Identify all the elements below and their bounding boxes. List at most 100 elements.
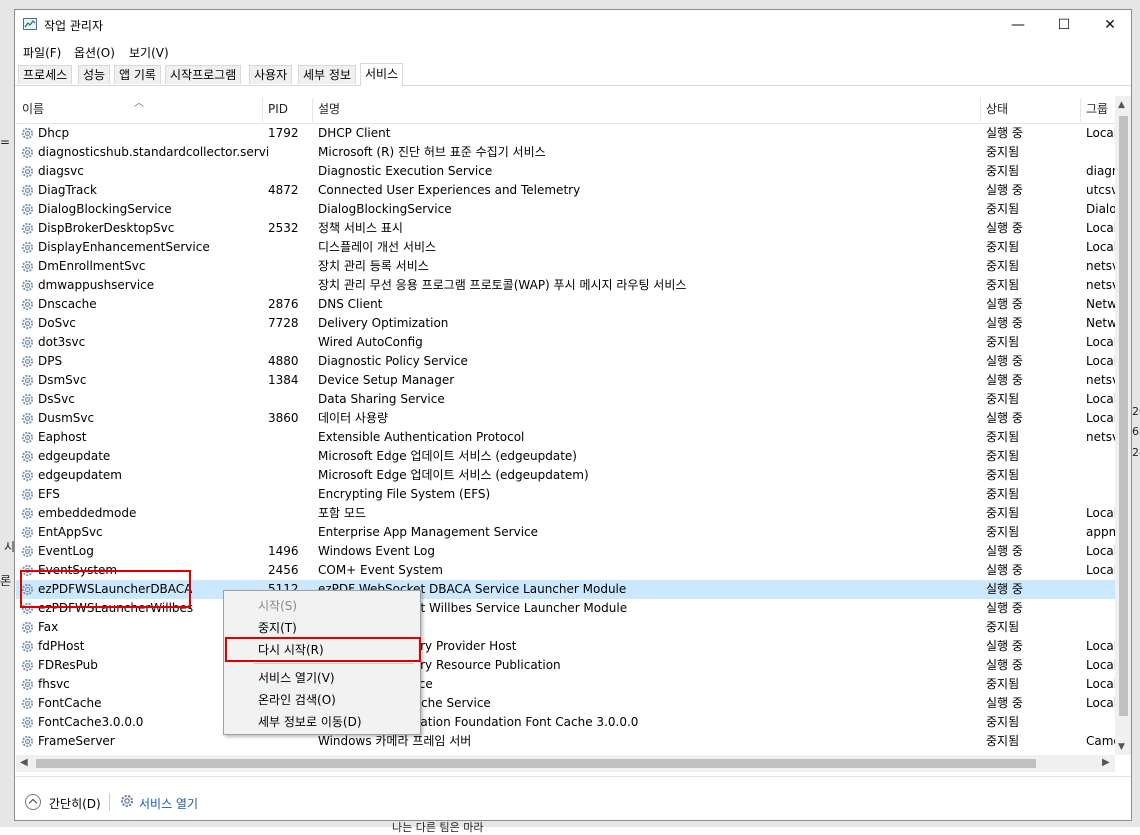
service-name: DsmSvc — [38, 373, 87, 387]
menu-view[interactable]: 보기(V) — [129, 44, 169, 61]
table-row[interactable]: DispBrokerDesktopSvc 2532 정책 서비스 표시 실행 중 Loc… — [16, 219, 1115, 238]
table-row[interactable]: diagsvc Diagnostic Execution Service 중지됨 di… — [16, 162, 1115, 181]
service-name: EventLog — [38, 544, 94, 558]
table-row[interactable]: DisplayEnhancementService 디스플레이 개선 서비스 중지됨… — [16, 238, 1115, 257]
service-status: 실행 중 — [986, 373, 1023, 387]
table-row[interactable]: FontCacheWindows Font Cache Service실행 중L… — [16, 694, 1115, 713]
table-row[interactable]: FontCache3.0.0.0 Windows Presentation Fou… — [16, 713, 1115, 732]
tab-performance[interactable]: 성능 — [78, 65, 111, 84]
table-row[interactable]: FrameServerWindows 카메라 프레임 서버중지됨Came — [16, 732, 1115, 751]
horizontal-scrollbar[interactable]: ◀ ▶ — [16, 755, 1115, 772]
table-row[interactable]: FaxFax중지됨 — [16, 618, 1115, 637]
column-header-status[interactable]: 상태 — [980, 96, 1080, 123]
table-row[interactable]: edgeupdate Microsoft Edge 업데이트 서비스 (edgeu… — [16, 447, 1115, 466]
service-group: netsv — [1086, 373, 1115, 387]
table-row[interactable]: DusmSvc 3860 데이터 사용량 실행 중 Local — [16, 409, 1115, 428]
table-row[interactable]: EntAppSvc Enterprise App Management Servi… — [16, 523, 1115, 542]
service-gear-icon — [20, 639, 35, 654]
table-row[interactable]: DoSvc 7728 Delivery Optimization 실행 중 Netw — [16, 314, 1115, 333]
service-gear-icon — [20, 297, 35, 312]
menu-file[interactable]: 파일(F) — [23, 44, 61, 61]
close-button[interactable]: ✕ — [1087, 10, 1131, 40]
services-gear-icon[interactable] — [119, 793, 135, 809]
table-row[interactable]: DsmSvc 1384 Device Setup Manager 실행 중 netsv — [16, 371, 1115, 390]
tab-app-history[interactable]: 앱 기록 — [114, 65, 161, 84]
column-header-pid[interactable]: PID — [262, 96, 312, 123]
title-bar[interactable]: 작업 관리자 — ☐ ✕ — [15, 10, 1131, 40]
desktop-fragment: 20 — [1132, 405, 1140, 418]
service-pid: 1792 — [268, 126, 299, 140]
scroll-down-icon[interactable]: ▼ — [1118, 742, 1125, 752]
service-gear-icon — [20, 202, 35, 217]
service-status: 중지됨 — [986, 259, 1020, 273]
tab-users[interactable]: 사용자 — [249, 65, 293, 84]
service-pid: 2456 — [268, 563, 299, 577]
column-header-group[interactable]: 그룹 — [1080, 96, 1115, 123]
maximize-button[interactable]: ☐ — [1041, 10, 1087, 40]
table-row[interactable]: Eaphost Extensible Authentication Protoco… — [16, 428, 1115, 447]
column-header-name[interactable]: 이름 — [16, 96, 262, 123]
service-description: Microsoft (R) 진단 허브 표준 수집기 서비스 — [318, 145, 546, 159]
service-status: 중지됨 — [986, 506, 1020, 520]
context-menu-stop[interactable]: 중지(T) — [258, 619, 297, 636]
service-name: DiagTrack — [38, 183, 97, 197]
service-name: EntAppSvc — [38, 525, 103, 539]
vertical-scroll-thumb[interactable] — [1119, 116, 1128, 716]
context-menu-go-to-details[interactable]: 세부 정보로 이동(D) — [258, 713, 362, 730]
scroll-right-icon[interactable]: ▶ — [1102, 757, 1110, 768]
service-status: 실행 중 — [986, 696, 1023, 710]
table-row[interactable]: DialogBlockingService DialogBlockingServi… — [16, 200, 1115, 219]
window-title: 작업 관리자 — [44, 19, 104, 33]
table-row[interactable]: diagnosticshub.standardcollector.service… — [16, 143, 1115, 162]
tab-processes[interactable]: 프로세스 — [18, 65, 73, 84]
tab-details[interactable]: 세부 정보 — [298, 65, 356, 84]
context-menu-open-services[interactable]: 서비스 열기(V) — [258, 669, 335, 686]
service-gear-icon — [20, 392, 35, 407]
minimize-button[interactable]: — — [995, 10, 1041, 40]
service-description: Diagnostic Policy Service — [318, 354, 468, 368]
service-status: 중지됨 — [986, 335, 1020, 349]
service-name: DmEnrollmentSvc — [38, 259, 146, 273]
tab-startup[interactable]: 시작프로그램 — [165, 65, 242, 84]
service-gear-icon — [20, 677, 35, 692]
service-gear-icon — [20, 487, 35, 502]
table-row[interactable]: DsSvc Data Sharing Service 중지됨 Local — [16, 390, 1115, 409]
service-gear-icon — [20, 544, 35, 559]
service-status: 실행 중 — [986, 221, 1023, 235]
service-pid: 7728 — [268, 316, 299, 330]
table-row[interactable]: DPS 4880 Diagnostic Policy Service 실행 중 Loca… — [16, 352, 1115, 371]
table-row[interactable]: EventLog 1496 Windows Event Log 실행 중 Local — [16, 542, 1115, 561]
scroll-up-icon[interactable]: ▲ — [1118, 100, 1125, 110]
service-group: netsv — [1086, 430, 1115, 444]
service-group: Local — [1086, 335, 1115, 349]
open-services-link[interactable]: 서비스 열기 — [139, 795, 198, 812]
horizontal-scroll-thumb[interactable] — [36, 759, 1036, 768]
scroll-left-icon[interactable]: ◀ — [20, 757, 28, 768]
table-row[interactable]: Dhcp 1792 DHCP Client 실행 중 Local — [16, 124, 1115, 143]
menu-options[interactable]: 옵션(O) — [74, 44, 115, 61]
service-gear-icon — [20, 620, 35, 635]
table-row[interactable]: fdPHostFunction Discovery Provider Host실… — [16, 637, 1115, 656]
table-row[interactable]: edgeupdatem Microsoft Edge 업데이트 서비스 (edge… — [16, 466, 1115, 485]
table-row[interactable]: EFS Encrypting File System (EFS) 중지됨 — [16, 485, 1115, 504]
service-group: Local — [1086, 126, 1115, 140]
fewer-details-button[interactable]: 간단히(D) — [49, 795, 101, 812]
tab-services[interactable]: 서비스 — [360, 63, 404, 86]
table-row[interactable]: DiagTrack 4872 Connected User Experiences … — [16, 181, 1115, 200]
context-menu-start[interactable]: 시작(S) — [258, 597, 297, 614]
service-group: Local — [1086, 696, 1115, 710]
table-row[interactable]: Dnscache 2876 DNS Client 실행 중 Netw — [16, 295, 1115, 314]
collapse-icon[interactable] — [25, 794, 41, 810]
context-menu-search-online[interactable]: 온라인 검색(O) — [258, 691, 336, 708]
service-name: dot3svc — [38, 335, 86, 349]
column-header-description[interactable]: 설명 — [312, 96, 980, 123]
service-description: DNS Client — [318, 297, 383, 311]
table-row[interactable]: embeddedmode 포함 모드 중지됨 Local — [16, 504, 1115, 523]
table-row[interactable]: dot3svc Wired AutoConfig 중지됨 Local — [16, 333, 1115, 352]
table-row[interactable]: DmEnrollmentSvc 장치 관리 등록 서비스 중지됨 netsv — [16, 257, 1115, 276]
table-row[interactable]: FDResPub Function Discovery Resource Publ… — [16, 656, 1115, 675]
service-status: 중지됨 — [986, 525, 1020, 539]
table-row[interactable]: fhsvcFile History Service중지됨Local — [16, 675, 1115, 694]
vertical-scrollbar[interactable]: ▲ ▼ — [1115, 96, 1131, 755]
table-row[interactable]: dmwappushservice 장치 관리 무선 응용 프로그램 프로토콜(WA… — [16, 276, 1115, 295]
